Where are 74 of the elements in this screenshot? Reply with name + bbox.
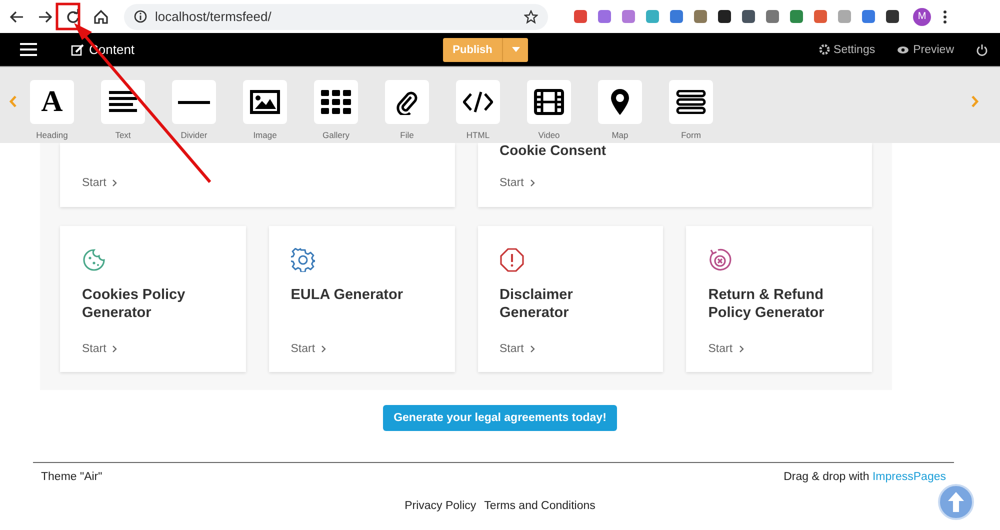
chevron-right-icon bbox=[738, 345, 744, 353]
start-link[interactable]: Start bbox=[290, 343, 326, 355]
widget-label: HTML bbox=[466, 130, 490, 140]
start-link[interactable]: Start bbox=[500, 343, 535, 355]
footer-link[interactable]: Terms and Conditions bbox=[484, 500, 596, 512]
letter-a-icon: A bbox=[41, 87, 63, 117]
preview-button[interactable]: Preview bbox=[897, 44, 954, 56]
card-title: EULA Generator bbox=[290, 286, 404, 304]
settings-icon bbox=[818, 44, 830, 55]
footer-link[interactable]: Privacy Policy bbox=[404, 500, 476, 512]
widget-label: Map bbox=[612, 130, 628, 140]
widget-tile[interactable] bbox=[314, 80, 358, 124]
star-icon[interactable] bbox=[524, 10, 538, 24]
widget-label: Gallery bbox=[322, 130, 350, 140]
widget-label: Text bbox=[115, 130, 131, 140]
code-icon bbox=[463, 91, 493, 113]
horizontal-line-icon bbox=[178, 100, 210, 104]
text-lines-icon bbox=[109, 90, 137, 114]
arrow-up-icon bbox=[947, 491, 965, 513]
more-menu-icon[interactable] bbox=[943, 10, 947, 24]
widget-tile[interactable] bbox=[101, 80, 145, 124]
chevron-right-icon bbox=[112, 345, 118, 353]
info-icon bbox=[134, 10, 147, 23]
theme-label: Theme "Air" bbox=[41, 471, 102, 483]
chevron-left-icon bbox=[9, 95, 17, 108]
map-pin-icon bbox=[611, 89, 629, 115]
power-icon[interactable] bbox=[976, 44, 988, 56]
cta-button[interactable]: Generate your legal agreements today! bbox=[382, 405, 618, 431]
chevron-right-icon bbox=[530, 345, 535, 353]
caret-icon bbox=[512, 47, 520, 52]
start-link[interactable]: Start bbox=[500, 177, 535, 189]
form-fields-icon bbox=[676, 90, 706, 114]
widget-tile[interactable] bbox=[669, 80, 713, 124]
address-bar[interactable]: localhost/termsfeed/ bbox=[124, 4, 548, 30]
chevron-right-icon bbox=[321, 345, 326, 353]
card-title: Return & Refund Policy Generator bbox=[708, 286, 826, 322]
widget-tile[interactable]: A bbox=[30, 80, 74, 124]
card-title: Disclaimer Generator bbox=[500, 286, 574, 322]
publish-dropdown-button[interactable] bbox=[502, 38, 528, 62]
extension-icon[interactable] bbox=[718, 10, 731, 23]
widget-label: File bbox=[400, 130, 414, 140]
start-link[interactable]: Start bbox=[708, 343, 744, 355]
widget-label: Heading bbox=[36, 130, 68, 140]
edit-icon bbox=[71, 44, 84, 56]
card-title: Cookies Policy Generator bbox=[82, 286, 186, 322]
widget-label: Image bbox=[253, 130, 277, 140]
widget-label: Video bbox=[538, 130, 560, 140]
credit-text: Drag & drop with ImpressPages bbox=[784, 471, 946, 483]
grid-icon bbox=[321, 90, 351, 114]
widget-tile[interactable] bbox=[456, 80, 500, 124]
chevron-right-icon bbox=[971, 95, 979, 108]
extension-icon[interactable] bbox=[886, 10, 899, 23]
chevron-right-icon bbox=[112, 179, 118, 187]
profile-avatar[interactable]: M bbox=[913, 8, 931, 26]
widget-tile[interactable] bbox=[243, 80, 287, 124]
paperclip-icon bbox=[396, 89, 418, 115]
highlight-box bbox=[56, 2, 80, 30]
widget-tile[interactable] bbox=[172, 80, 216, 124]
eye-icon bbox=[897, 46, 910, 54]
film-icon bbox=[534, 89, 564, 115]
card-title: Cookie Consent bbox=[500, 143, 608, 157]
widget-label: Divider bbox=[180, 130, 208, 140]
widget-tile[interactable] bbox=[527, 80, 571, 124]
widget-label: Form bbox=[681, 130, 701, 140]
widget-tile[interactable] bbox=[385, 80, 429, 124]
start-link[interactable]: Start bbox=[82, 343, 118, 355]
image-icon bbox=[250, 90, 280, 114]
impresspages-link[interactable]: ImpressPages bbox=[872, 471, 946, 483]
chevron-right-icon bbox=[530, 179, 535, 187]
extension-icon[interactable] bbox=[742, 10, 755, 23]
start-link[interactable]: Start bbox=[82, 177, 118, 189]
menu-icon[interactable] bbox=[20, 43, 37, 56]
settings-button[interactable]: Settings bbox=[818, 44, 876, 56]
widget-tile[interactable] bbox=[598, 80, 642, 124]
